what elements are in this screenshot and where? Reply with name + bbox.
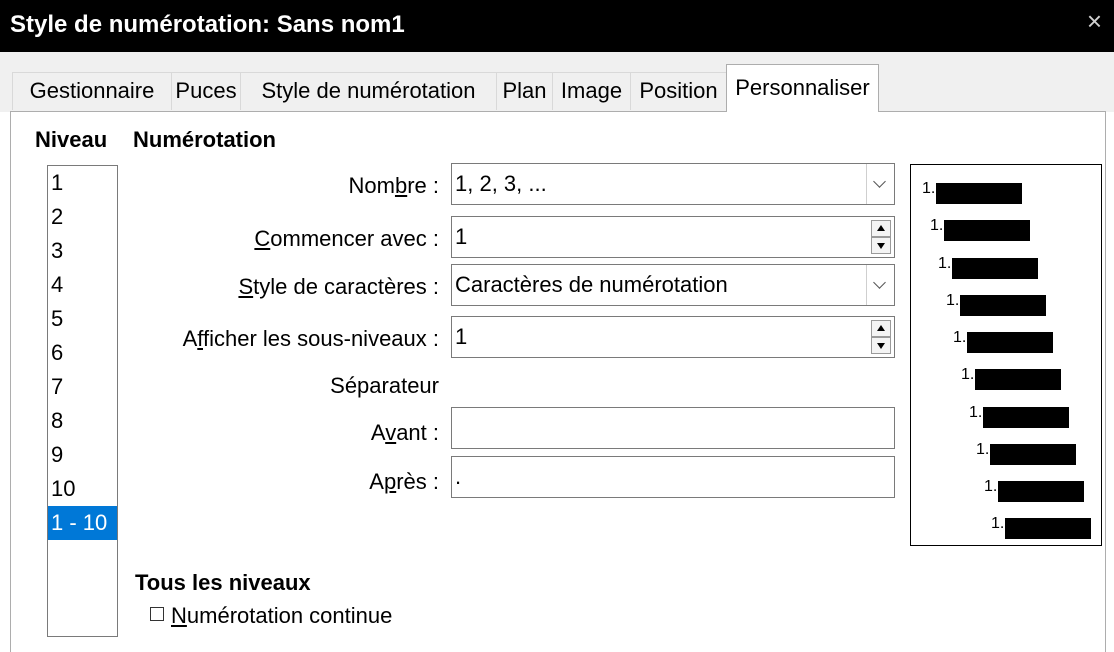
tab-plan[interactable]: Plan [496,72,553,110]
before-input[interactable] [451,407,895,449]
tab-gestionnaire[interactable]: Gestionnaire [12,72,172,110]
number-format-select[interactable]: 1, 2, 3, ... [451,163,895,205]
tab-image[interactable]: Image [552,72,631,110]
number-label: Nombre : [348,173,440,198]
level-item-4[interactable]: 4 [48,268,117,302]
preview-text-bar [983,407,1069,428]
after-label: Après : [369,469,439,494]
dialog-titlebar: Style de numérotation: Sans nom1 × [0,0,1114,52]
after-input[interactable]: . [451,456,895,498]
start-at-label: Commencer avec : [254,226,439,251]
sublevels-spin [871,320,891,354]
dialog-title: Style de numérotation: Sans nom1 [10,11,405,38]
tab-puces[interactable]: Puces [171,72,241,110]
level-heading: Niveau [35,127,108,152]
sublevels-label: Afficher les sous-niveaux : [182,326,439,351]
level-item-all[interactable]: 1 - 10 [48,506,117,540]
preview-text-bar [975,369,1061,390]
level-item-7[interactable]: 7 [48,370,117,404]
preview-text-bar [952,258,1038,279]
before-label: Avant : [370,420,439,445]
arrow-down-icon [877,243,885,249]
level-item-8[interactable]: 8 [48,404,117,438]
number-format-value: 1, 2, 3, ... [455,171,547,196]
level-item-3[interactable]: 3 [48,234,117,268]
level-item-2[interactable]: 2 [48,200,117,234]
arrow-up-icon [877,325,885,331]
preview-text-bar [967,332,1053,353]
arrow-up-icon [877,225,885,231]
preview-text-bar [944,220,1030,241]
preview-text-bar [998,481,1084,502]
preview-text-bar [936,183,1022,204]
sublevels-spinbox[interactable]: 1 [451,316,895,358]
level-item-1[interactable]: 1 [48,166,117,200]
start-at-spinbox[interactable]: 1 [451,216,895,258]
preview-text-bar [1005,518,1091,539]
start-at-spin [871,220,891,254]
start-at-decrement[interactable] [871,237,891,254]
char-style-value: Caractères de numérotation [455,272,728,297]
numbering-heading: Numérotation [133,127,276,152]
sublevels-value: 1 [455,324,468,349]
chevron-down-icon [873,175,886,188]
arrow-down-icon [877,343,885,349]
char-style-dropdown-button[interactable] [866,265,894,305]
tab-strip: Gestionnaire Puces Style de numérotation… [0,52,1114,112]
level-item-6[interactable]: 6 [48,336,117,370]
level-item-5[interactable]: 5 [48,302,117,336]
start-at-value: 1 [455,224,468,249]
all-levels-heading: Tous les niveaux [135,570,311,595]
sublevels-increment[interactable] [871,320,891,337]
preview-text-bar [990,444,1076,465]
char-style-select[interactable]: Caractères de numérotation [451,264,895,306]
level-list[interactable]: 1 2 3 4 5 6 7 8 9 10 1 - 10 [47,165,118,637]
level-item-10[interactable]: 10 [48,472,117,506]
char-style-label: Style de caractères : [238,274,439,299]
numbering-preview: 1. 1. 1. 1. 1. 1. 1. 1. 1. 1. [910,164,1102,546]
level-item-9[interactable]: 9 [48,438,117,472]
start-at-increment[interactable] [871,220,891,237]
close-icon[interactable]: × [1087,8,1102,34]
number-format-dropdown-button[interactable] [866,164,894,204]
chevron-down-icon [873,276,886,289]
sublevels-decrement[interactable] [871,337,891,354]
after-value: . [455,464,462,489]
tab-personnaliser[interactable]: Personnaliser [726,64,879,112]
tab-style-de-numerotation[interactable]: Style de numérotation [240,72,497,110]
separator-label: Séparateur [330,373,439,398]
tab-position[interactable]: Position [630,72,727,110]
preview-text-bar [960,295,1046,316]
continuous-numbering-checkbox[interactable] [150,607,164,621]
continuous-numbering-label[interactable]: Numérotation continue [171,603,392,629]
